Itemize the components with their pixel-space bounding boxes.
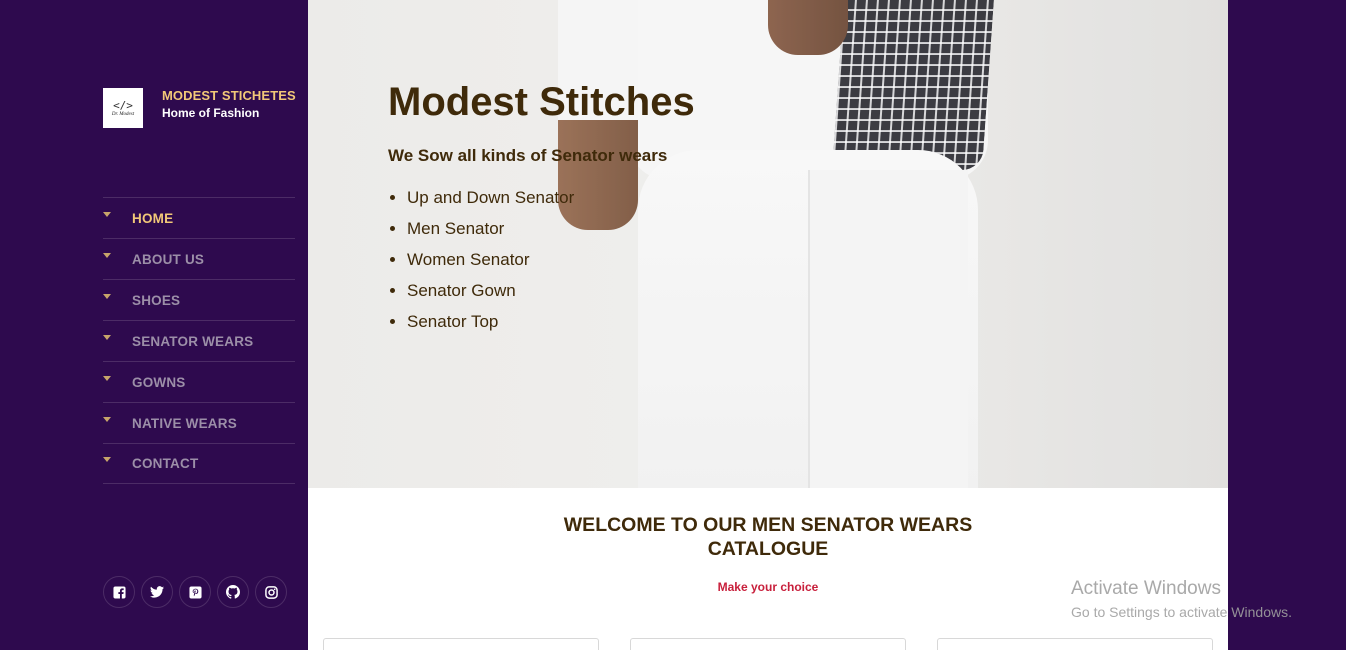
activate-windows-watermark: Activate Windows Go to Settings to activ… xyxy=(1071,578,1292,620)
nav-item-senator-wears[interactable]: SENATOR WEARS xyxy=(103,320,295,361)
facebook-icon[interactable] xyxy=(103,576,135,608)
nav-item-label: CONTACT xyxy=(132,456,199,471)
caret-down-icon xyxy=(103,211,111,217)
hero-banner: Modest Stitches We Sow all kinds of Sena… xyxy=(308,0,1228,488)
nav-item-label: SHOES xyxy=(132,292,181,308)
nav-item-shoes[interactable]: SHOES xyxy=(103,279,295,320)
caret-down-icon xyxy=(103,252,111,258)
watermark-subtitle: Go to Settings to activate Windows. xyxy=(1071,604,1292,620)
hero-list-item: Up and Down Senator xyxy=(407,187,574,218)
caret-down-icon xyxy=(103,334,111,340)
caret-down-icon xyxy=(103,416,111,422)
hero-list-item: Senator Top xyxy=(407,311,574,342)
nav-item-label: ABOUT US xyxy=(132,251,205,267)
hero-list-item: Senator Gown xyxy=(407,280,574,311)
nav-item-label: GOWNS xyxy=(132,374,186,390)
brand-name[interactable]: MODEST STICHETES xyxy=(162,88,296,103)
nav-item-label: HOME xyxy=(132,210,174,226)
nav-item-home[interactable]: HOME xyxy=(103,197,295,238)
nav-item-contact[interactable]: CONTACT xyxy=(103,443,295,484)
social-links xyxy=(103,576,287,608)
hero-list: Up and Down Senator Men Senator Women Se… xyxy=(407,187,574,342)
catalogue-card[interactable] xyxy=(323,638,599,650)
nav-item-label: NATIVE WEARS xyxy=(132,415,237,431)
hero-list-item: Women Senator xyxy=(407,249,574,280)
caret-down-icon xyxy=(103,457,111,462)
sidebar-nav: HOME ABOUT US SHOES SENATOR WEARS GOWNS … xyxy=(103,197,295,484)
nav-item-about-us[interactable]: ABOUT US xyxy=(103,238,295,279)
logo-code-icon: </> xyxy=(113,99,133,112)
hero-list-item: Men Senator xyxy=(407,218,574,249)
hero-title: Modest Stitches xyxy=(388,80,695,124)
brand-tagline: Home of Fashion xyxy=(162,106,260,120)
nav-item-gowns[interactable]: GOWNS xyxy=(103,361,295,402)
nav-item-native-wears[interactable]: NATIVE WEARS xyxy=(103,402,295,443)
main-content: Modest Stitches We Sow all kinds of Sena… xyxy=(308,0,1228,650)
brand-logo[interactable]: </> Dr. Modest xyxy=(103,88,143,128)
watermark-title: Activate Windows xyxy=(1071,578,1221,599)
catalogue-card[interactable] xyxy=(937,638,1213,650)
nav-item-label: SENATOR WEARS xyxy=(132,333,254,349)
sidebar: </> Dr. Modest MODEST STICHETES Home of … xyxy=(0,0,308,650)
catalogue-card[interactable] xyxy=(630,638,906,650)
instagram-icon[interactable] xyxy=(255,576,287,608)
caret-down-icon xyxy=(103,375,111,381)
logo-small-text: Dr. Modest xyxy=(111,112,135,117)
twitter-icon[interactable] xyxy=(141,576,173,608)
github-icon[interactable] xyxy=(217,576,249,608)
section-heading: WELCOME TO OUR MEN SENATOR WEARS CATALOG… xyxy=(308,513,1228,561)
pinterest-icon[interactable] xyxy=(179,576,211,608)
catalogue-cards xyxy=(323,638,1213,650)
hero-subtitle: We Sow all kinds of Senator wears xyxy=(388,146,668,165)
brand-text: MODEST STICHETES Home of Fashion xyxy=(162,88,296,128)
caret-down-icon xyxy=(103,293,111,299)
section-heading-line2: CATALOGUE xyxy=(707,538,829,560)
brand[interactable]: </> Dr. Modest MODEST STICHETES Home of … xyxy=(103,88,296,128)
section-heading-line1: WELCOME TO OUR MEN SENATOR WEARS xyxy=(563,514,973,536)
